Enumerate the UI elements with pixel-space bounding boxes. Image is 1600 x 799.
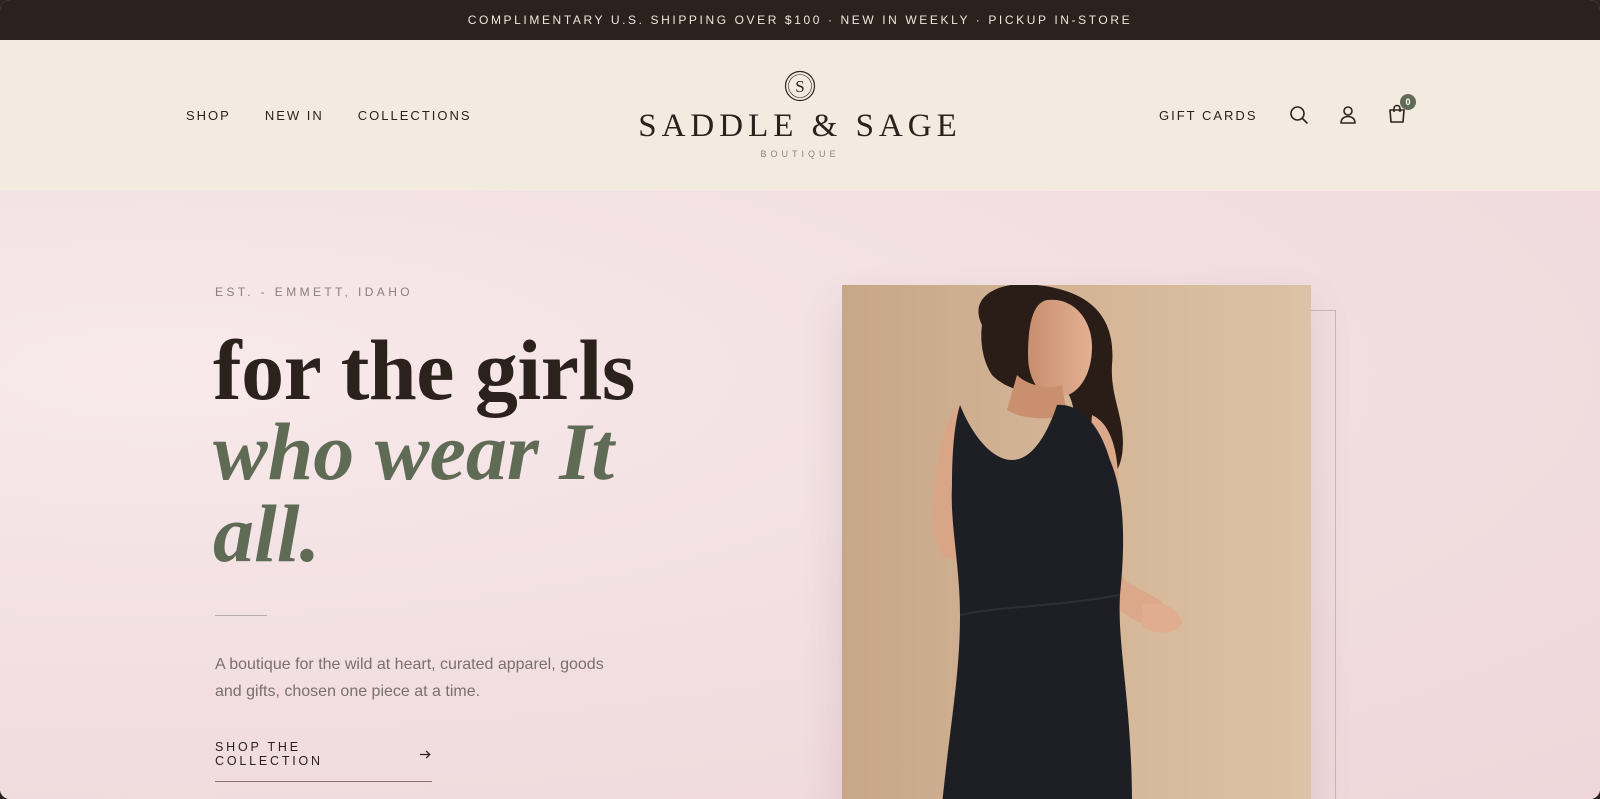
monogram-icon: S — [784, 70, 816, 102]
utility-nav: GIFT CARDS 0 — [1100, 40, 1600, 191]
announcement-bar: COMPLIMENTARY U.S. SHIPPING OVER $100 · … — [0, 0, 1600, 40]
nav-new-in[interactable]: NEW IN — [265, 108, 324, 123]
cart-button[interactable]: 0 — [1386, 94, 1416, 127]
divider — [215, 615, 267, 616]
search-button[interactable] — [1288, 104, 1312, 128]
arrow-right-icon — [420, 749, 432, 759]
search-icon — [1290, 106, 1308, 124]
account-icon — [1340, 106, 1356, 124]
nav-shop[interactable]: SHOP — [186, 108, 231, 123]
hero-eyebrow: EST. - EMMETT, IDAHO — [215, 285, 414, 299]
hero-description: A boutique for the wild at heart, curate… — [215, 656, 604, 700]
site-header: SHOP NEW IN COLLECTIONS S SADDLE & SAGE … — [0, 40, 1600, 191]
model-illustration — [842, 285, 1311, 799]
account-button[interactable] — [1337, 104, 1361, 128]
brand-logo[interactable]: S SADDLE & SAGE BOUTIQUE — [600, 70, 1000, 159]
hero-headline-accent: who wear It all. — [213, 406, 614, 579]
monogram-letter: S — [795, 77, 804, 96]
hero-headline: for the girls — [213, 322, 635, 418]
brand-tagline: BOUTIQUE — [760, 149, 840, 159]
cta-label: SHOP THE COLLECTION — [215, 740, 323, 768]
cart-count-badge: 0 — [1400, 94, 1416, 110]
nav-collections[interactable]: COLLECTIONS — [358, 108, 472, 123]
brand-name: SADDLE & SAGE — [638, 108, 962, 144]
nav-gift-cards[interactable]: GIFT CARDS — [1159, 108, 1258, 123]
shop-collection-button[interactable]: SHOP THE COLLECTION — [215, 740, 432, 782]
primary-nav: SHOP NEW IN COLLECTIONS — [186, 40, 506, 191]
page: COMPLIMENTARY U.S. SHIPPING OVER $100 · … — [0, 0, 1600, 799]
hero-section: EST. - EMMETT, IDAHO for the girls who w… — [0, 191, 1600, 799]
hero-model-photo — [842, 285, 1311, 799]
announcement-text: COMPLIMENTARY U.S. SHIPPING OVER $100 · … — [467, 13, 1133, 27]
